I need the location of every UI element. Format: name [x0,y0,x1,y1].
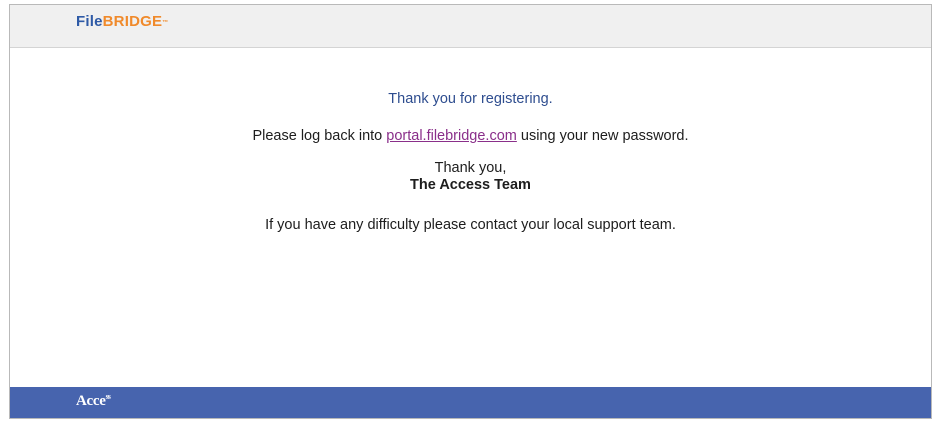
header-bar: FileBRIDGE™ [10,5,931,48]
logo-trademark: ™ [162,20,169,26]
logo-bridge-text: BRIDGE [102,13,163,30]
login-suffix: using your new password. [516,128,689,144]
support-notice: If you have any difficulty please contac… [265,217,676,233]
logo-file-text: File [76,13,103,30]
access-logo-text: Acce [76,393,106,409]
access-logo: Access [76,392,111,410]
footer-bar: Access [10,387,931,418]
signoff-team: The Access Team [410,177,531,193]
signoff: Thank you, The Access Team [10,160,931,194]
email-frame: FileBRIDGE™ Thank you for registering. P… [9,4,932,419]
login-instruction: Please log back into portal.filebridge.c… [10,126,931,146]
access-logo-mark: ss [105,392,111,401]
signoff-greeting: Thank you, [434,160,507,176]
login-prefix: Please log back into [252,128,387,144]
portal-link[interactable]: portal.filebridge.com [386,128,517,144]
filebridge-logo: FileBRIDGE™ [76,13,168,31]
thank-you-heading: Thank you for registering. [388,91,553,107]
message-body: Thank you for registering. Please log ba… [10,89,931,235]
